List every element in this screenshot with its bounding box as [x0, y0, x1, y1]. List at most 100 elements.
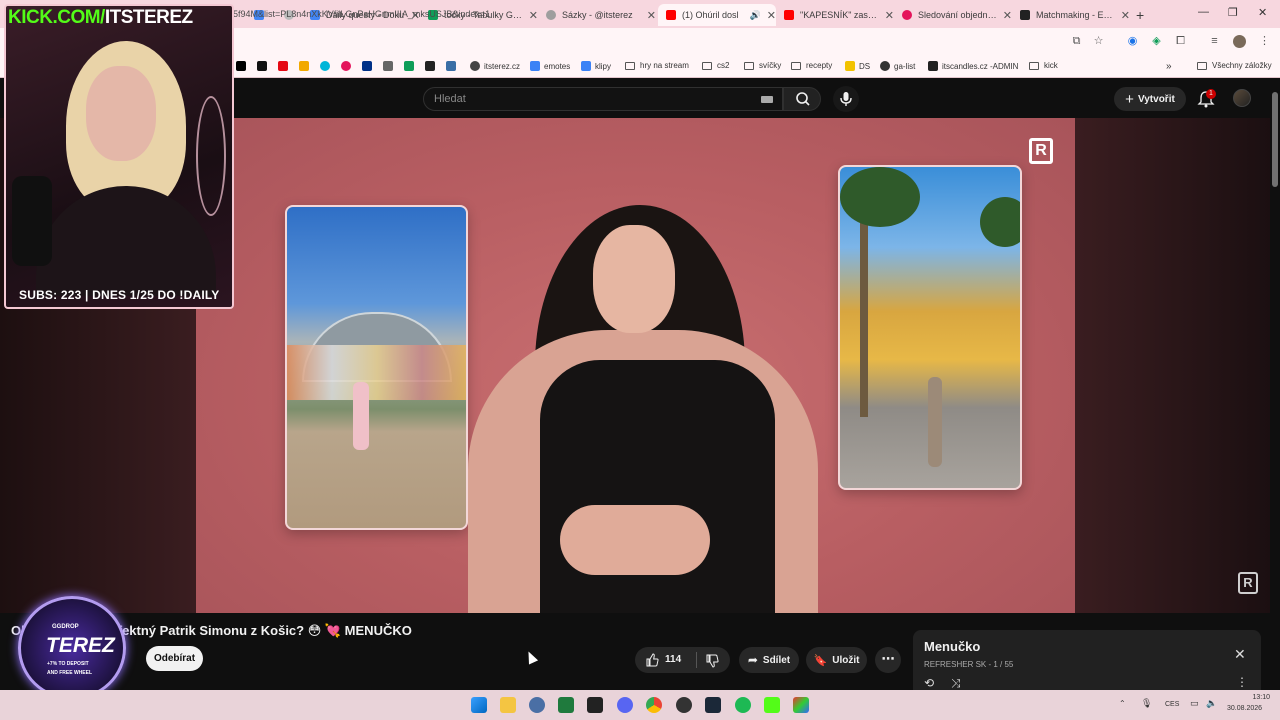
extensions-puzzle-icon[interactable]: ⧠	[1174, 35, 1187, 48]
thumbs-down-icon[interactable]	[705, 654, 719, 668]
scrollbar-thumb[interactable]	[1272, 92, 1278, 187]
audio-playing-icon[interactable]: 🔊	[750, 10, 761, 21]
video-player[interactable]	[196, 118, 1075, 613]
loop-icon[interactable]: ⟲	[924, 676, 934, 690]
close-playlist-icon[interactable]: ✕	[1234, 646, 1246, 663]
share-arrow-icon: ➦	[747, 653, 758, 667]
bookmark-kick-folder[interactable]: kick	[1029, 61, 1058, 70]
chrome-icon[interactable]	[646, 697, 662, 713]
ambient-glow-right	[1075, 118, 1270, 613]
search-button[interactable]	[783, 87, 821, 111]
shuffle-icon[interactable]: ⤨	[951, 676, 961, 691]
browser-menu-icon[interactable]: ⋮	[1258, 35, 1271, 48]
steam-icon[interactable]	[705, 697, 721, 713]
close-tab-icon[interactable]: ✕	[1121, 9, 1130, 22]
close-window-icon[interactable]: ✕	[1258, 6, 1267, 19]
bookmark-site[interactable]	[404, 61, 418, 71]
address-bar[interactable]: 5f94M&list=PL8n4nXkKVfilLGnPaHGnmIIIA_mk…	[233, 9, 490, 19]
app-icon[interactable]	[676, 697, 692, 713]
bookmark-ga-list[interactable]: ga-list	[880, 61, 915, 71]
extension-icon[interactable]: ◈	[1150, 35, 1163, 48]
playlist-menu-icon[interactable]: ⋮	[1236, 675, 1248, 689]
bookmark-ds[interactable]: DS	[845, 61, 870, 71]
voice-search-button[interactable]	[833, 86, 859, 112]
tray-mic-icon[interactable]: 🎙	[1141, 698, 1152, 709]
search-input[interactable]	[423, 87, 783, 111]
create-button[interactable]: + Vytvořit	[1114, 87, 1186, 111]
bookmark-itsterez[interactable]: itsterez.cz	[470, 61, 520, 71]
bookmark-kick[interactable]	[257, 61, 271, 71]
bookmark-site[interactable]	[425, 61, 439, 71]
neon-decoration	[196, 96, 226, 216]
app-icon[interactable]	[529, 697, 545, 713]
kick-channel-banner: KICK.COM/ITSTEREZ	[8, 7, 193, 28]
close-tab-icon[interactable]: ✕	[647, 9, 656, 22]
bookmark-paypal[interactable]	[362, 61, 376, 71]
tab-4[interactable]: "KAPESNÍK" zase ne ✕	[776, 4, 894, 26]
bookmark-svicky[interactable]: svíčky	[744, 61, 781, 70]
playlist-title[interactable]: Menučko	[924, 639, 980, 654]
windows-start-icon[interactable]	[471, 697, 487, 713]
kick-icon	[257, 61, 267, 71]
share-button[interactable]: ➦ Sdílet	[739, 647, 799, 673]
bookmark-site[interactable]	[320, 61, 334, 71]
site-icon	[404, 61, 414, 71]
install-app-icon[interactable]: ⧉	[1070, 35, 1083, 48]
keyboard-icon[interactable]	[761, 96, 773, 103]
presenter-face	[593, 225, 675, 333]
tray-clock-date[interactable]: 30.08.2026	[1227, 705, 1262, 712]
extension-audio-icon[interactable]: ◉	[1126, 35, 1139, 48]
account-avatar[interactable]	[1233, 89, 1251, 107]
site-icon	[446, 61, 456, 71]
tray-network-icon[interactable]: ▭	[1190, 698, 1199, 709]
presenter-black-top	[540, 360, 775, 613]
close-tab-icon[interactable]: ✕	[1003, 9, 1012, 22]
bookmark-site[interactable]	[299, 61, 313, 71]
bookmark-hry-na-stream[interactable]: hry na stream	[625, 61, 689, 70]
bookmark-site[interactable]	[341, 61, 355, 71]
minimize-icon[interactable]: —	[1198, 6, 1209, 18]
spotify-icon[interactable]	[735, 697, 751, 713]
bookmark-itscandles[interactable]: itscandles.cz -ADMIN	[928, 61, 1018, 71]
app-icon[interactable]	[793, 697, 809, 713]
bookmark-netflix[interactable]	[278, 61, 292, 71]
file-explorer-icon[interactable]	[500, 697, 516, 713]
tab-2[interactable]: Sázky - @itsterez ✕	[538, 4, 656, 26]
tray-overflow-icon[interactable]: ⌃	[1119, 699, 1126, 708]
bookmark-site[interactable]	[446, 61, 460, 71]
restore-icon[interactable]: ❐	[1228, 6, 1238, 19]
all-bookmarks[interactable]: Všechny záložky	[1197, 61, 1272, 70]
badge-name: TEREZ	[46, 634, 115, 657]
bookmark-x[interactable]	[236, 61, 250, 71]
bookmark-klipy[interactable]: klipy	[581, 61, 611, 71]
kick-icon[interactable]	[764, 697, 780, 713]
tray-language[interactable]: CES	[1165, 701, 1179, 708]
x-icon	[236, 61, 246, 71]
close-tab-icon[interactable]: ✕	[767, 9, 776, 22]
tab-search-icon[interactable]: ≡	[1208, 35, 1221, 48]
new-tab-button[interactable]: +	[1132, 4, 1152, 26]
tab-6[interactable]: Matchmaking - Euro ✕	[1012, 4, 1130, 26]
tray-clock-time[interactable]: 13:10	[1240, 694, 1270, 701]
excel-icon[interactable]	[558, 697, 574, 713]
bookmark-emotes[interactable]: emotes	[530, 61, 570, 71]
close-tab-icon[interactable]: ✕	[529, 9, 538, 22]
big-letters-sign	[287, 345, 466, 400]
bookmark-site[interactable]	[383, 61, 397, 71]
discord-icon[interactable]	[617, 697, 633, 713]
more-actions-button[interactable]: ⋯	[875, 647, 901, 673]
bookmark-cs2[interactable]: cs2	[702, 61, 729, 70]
app-icon[interactable]	[587, 697, 603, 713]
thumbs-up-icon[interactable]	[645, 653, 659, 667]
save-button[interactable]: 🔖 Uložit	[806, 647, 867, 673]
tray-volume-icon[interactable]: 🔈	[1206, 698, 1217, 709]
subscribe-button[interactable]: Odebírat	[146, 646, 203, 671]
tab-3-active[interactable]: (1) Ohúril dosl 🔊 ✕	[658, 4, 776, 26]
bookmark-recepty[interactable]: recepty	[791, 61, 832, 70]
profile-avatar-icon[interactable]	[1233, 35, 1246, 48]
tab-5[interactable]: Sledování objednáv ✕	[894, 4, 1012, 26]
bookmark-star-icon[interactable]: ☆	[1092, 35, 1105, 48]
close-tab-icon[interactable]: ✕	[885, 9, 894, 22]
bookmarks-overflow-icon[interactable]: »	[1166, 61, 1172, 72]
presenter-hands	[560, 505, 710, 575]
